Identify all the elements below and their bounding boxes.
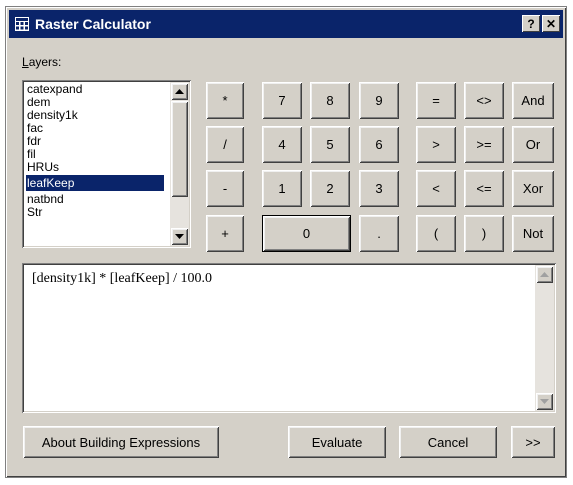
digit-5-button[interactable]: 5 bbox=[310, 126, 350, 163]
digit-2-button[interactable]: 2 bbox=[310, 170, 350, 207]
layer-item-selected[interactable]: leafKeep bbox=[26, 175, 164, 191]
layer-item[interactable]: HRUs bbox=[26, 161, 164, 174]
layer-item[interactable]: density1k bbox=[26, 109, 164, 122]
layer-item[interactable]: fdr bbox=[26, 135, 164, 148]
equals-button[interactable]: = bbox=[416, 82, 456, 119]
digit-0-button[interactable]: 0 bbox=[262, 215, 351, 252]
decimal-point-button[interactable]: . bbox=[359, 215, 399, 252]
advanced-button[interactable]: >> bbox=[511, 426, 555, 458]
evaluate-button[interactable]: Evaluate bbox=[288, 426, 386, 458]
divide-button[interactable]: / bbox=[206, 126, 244, 163]
digit-6-button[interactable]: 6 bbox=[359, 126, 399, 163]
less-than-button[interactable]: < bbox=[416, 170, 456, 207]
about-expressions-button[interactable]: About Building Expressions bbox=[23, 426, 219, 458]
layer-item[interactable]: natbnd bbox=[26, 193, 164, 206]
calculator-icon bbox=[15, 17, 29, 31]
scrollbar-thumb[interactable] bbox=[171, 101, 188, 197]
subtract-button[interactable]: - bbox=[206, 170, 244, 207]
evaluate-button-label: Evaluate bbox=[311, 434, 363, 450]
layers-list[interactable]: catexpand dem density1k fac fdr fil HRUs… bbox=[22, 80, 191, 248]
not-equal-button[interactable]: <> bbox=[464, 82, 504, 119]
close-paren-button[interactable]: ) bbox=[464, 215, 504, 252]
digit-4-button[interactable]: 4 bbox=[262, 126, 302, 163]
xor-button[interactable]: Xor bbox=[512, 170, 554, 207]
cancel-button[interactable]: Cancel bbox=[399, 426, 497, 458]
open-paren-button[interactable]: ( bbox=[416, 215, 456, 252]
greater-than-button[interactable]: > bbox=[416, 126, 456, 163]
less-equal-button[interactable]: <= bbox=[464, 170, 504, 207]
layer-item[interactable]: fac bbox=[26, 122, 164, 135]
scroll-up-arrow-icon[interactable] bbox=[536, 266, 553, 283]
scroll-down-arrow-icon[interactable] bbox=[171, 228, 188, 245]
window-title: Raster Calculator bbox=[35, 16, 151, 32]
digit-1-button[interactable]: 1 bbox=[262, 170, 302, 207]
or-button[interactable]: Or bbox=[512, 126, 554, 163]
expression-text[interactable]: [density1k] * [leafKeep] / 100.0 bbox=[32, 271, 212, 287]
layers-scrollbar[interactable] bbox=[170, 82, 189, 246]
digit-9-button[interactable]: 9 bbox=[359, 82, 399, 119]
about-button-label: About Building Expressions bbox=[41, 434, 201, 450]
layers-label: Layers: bbox=[22, 55, 62, 69]
greater-equal-button[interactable]: >= bbox=[464, 126, 504, 163]
scroll-down-arrow-icon[interactable] bbox=[536, 393, 553, 410]
digit-3-button[interactable]: 3 bbox=[359, 170, 399, 207]
expression-scrollbar[interactable] bbox=[535, 265, 554, 411]
title-bar[interactable]: Raster Calculator ? ✕ bbox=[9, 10, 563, 38]
close-button[interactable]: ✕ bbox=[542, 15, 560, 32]
not-button[interactable]: Not bbox=[512, 215, 554, 252]
layer-item[interactable]: Str bbox=[26, 206, 164, 216]
scroll-up-arrow-icon[interactable] bbox=[171, 83, 188, 100]
expression-box[interactable]: [density1k] * [leafKeep] / 100.0 bbox=[22, 263, 556, 413]
cancel-button-label: Cancel bbox=[427, 434, 469, 450]
and-button[interactable]: And bbox=[512, 82, 554, 119]
digit-7-button[interactable]: 7 bbox=[262, 82, 302, 119]
multiply-button[interactable]: * bbox=[206, 82, 244, 119]
advanced-button-label: >> bbox=[525, 434, 541, 450]
raster-calculator-dialog: Raster Calculator ? ✕ Layers: catexpand … bbox=[5, 6, 567, 478]
digit-8-button[interactable]: 8 bbox=[310, 82, 350, 119]
help-button[interactable]: ? bbox=[522, 15, 540, 32]
add-button[interactable]: + bbox=[206, 215, 244, 252]
